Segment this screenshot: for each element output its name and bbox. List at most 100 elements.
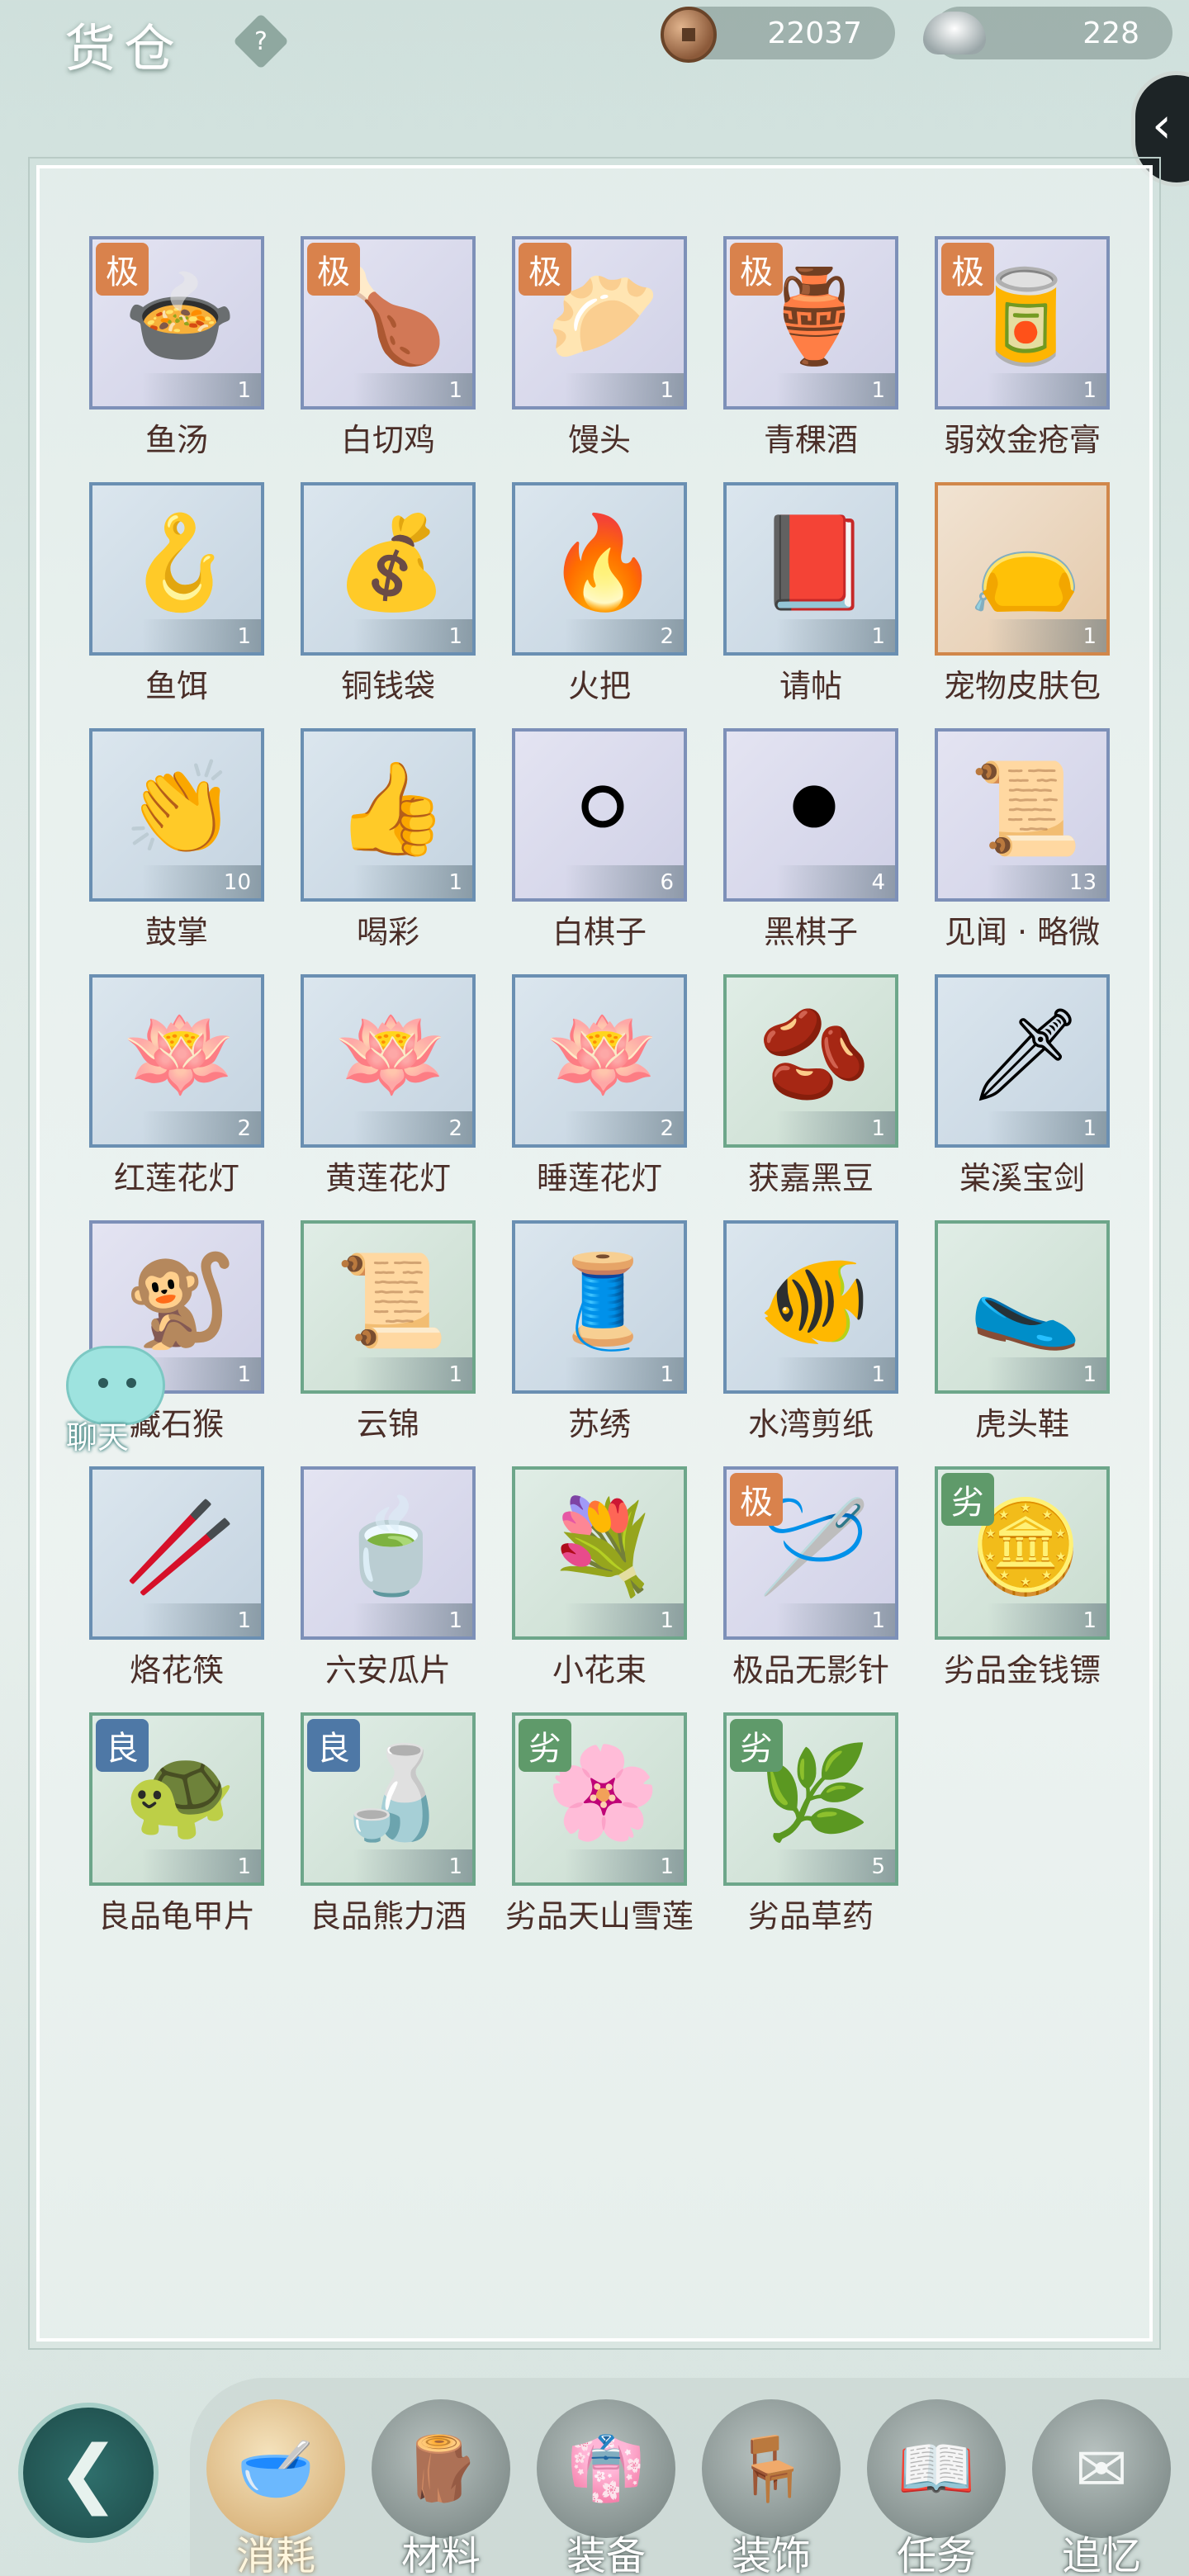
item-slot[interactable]: 🪷 2 <box>89 974 264 1148</box>
inventory-item[interactable]: 🍗 极 1 白切鸡 <box>301 236 476 476</box>
item-slot[interactable]: 🥟 极 1 <box>512 236 687 410</box>
inventory-item[interactable]: 🐢 良 1 良品龟甲片 <box>89 1712 264 1952</box>
chat-label: 聊天 <box>66 1419 130 1456</box>
item-slot[interactable]: 🐠 1 <box>723 1220 898 1394</box>
inventory-item[interactable]: 🪙 劣 1 劣品金钱镖 <box>935 1466 1110 1706</box>
tab-3[interactable]: 🪑 装饰 <box>697 2399 846 2576</box>
inventory-item[interactable]: ⚫ 4 黑棋子 <box>723 728 898 968</box>
inventory-item[interactable]: 🥫 极 1 弱效金疮膏 <box>935 236 1110 476</box>
inventory-item[interactable]: 🧵 1 苏绣 <box>512 1220 687 1460</box>
item-count: 1 <box>871 1362 885 1387</box>
item-slot[interactable]: 🍶 良 1 <box>301 1712 476 1886</box>
item-count: 2 <box>660 624 674 649</box>
item-slot[interactable]: 🫘 1 <box>723 974 898 1148</box>
inventory-item[interactable]: 💐 1 小花束 <box>512 1466 687 1706</box>
inventory-item[interactable]: 🔥 2 火把 <box>512 482 687 722</box>
quality-badge: 极 <box>730 243 783 296</box>
inventory-item[interactable]: 🥢 1 烙花筷 <box>89 1466 264 1706</box>
help-button[interactable]: ? <box>233 13 289 69</box>
chat-button[interactable]: 聊天 <box>43 1346 167 1456</box>
item-name: 虎头鞋 <box>974 1406 1069 1442</box>
quality-badge: 劣 <box>730 1719 783 1772</box>
inventory-item[interactable]: ⚪ 6 白棋子 <box>512 728 687 968</box>
inventory-item[interactable]: 🪷 2 黄莲花灯 <box>301 974 476 1214</box>
item-count: 1 <box>660 378 674 403</box>
item-name: 劣品天山雪莲 <box>504 1898 694 1934</box>
item-slot[interactable]: 📜 13 <box>935 728 1110 902</box>
inventory-item[interactable]: 🥿 1 虎头鞋 <box>935 1220 1110 1460</box>
item-name: 弱效金疮膏 <box>943 422 1101 458</box>
item-slot[interactable]: 🏺 极 1 <box>723 236 898 410</box>
item-slot[interactable]: 📕 1 <box>723 482 898 656</box>
inventory-item[interactable]: 👝 1 宠物皮肤包 <box>935 482 1110 722</box>
inventory-item[interactable]: 🪷 2 红莲花灯 <box>89 974 264 1214</box>
item-slot[interactable]: 🍵 1 <box>301 1466 476 1640</box>
quality-badge: 极 <box>519 243 571 296</box>
item-slot[interactable]: ⚫ 4 <box>723 728 898 902</box>
tab-4[interactable]: 📖 任务 <box>862 2399 1011 2576</box>
tab-1[interactable]: 🪵 材料 <box>367 2399 515 2576</box>
item-slot[interactable]: 🪙 劣 1 <box>935 1466 1110 1640</box>
inventory-item[interactable]: 🍵 1 六安瓜片 <box>301 1466 476 1706</box>
inventory-item[interactable]: 📕 1 请帖 <box>723 482 898 722</box>
inventory-item[interactable]: 🌿 劣 5 劣品草药 <box>723 1712 898 1952</box>
item-slot[interactable]: 🥫 极 1 <box>935 236 1110 410</box>
item-slot[interactable]: ⚪ 6 <box>512 728 687 902</box>
tab-icon: ✉ <box>1032 2399 1171 2538</box>
item-name: 小花束 <box>552 1652 647 1688</box>
item-slot[interactable]: 💐 1 <box>512 1466 687 1640</box>
item-slot[interactable]: 👝 1 <box>935 482 1110 656</box>
inventory-item[interactable]: 🐠 1 水湾剪纸 <box>723 1220 898 1460</box>
item-name: 黄莲花灯 <box>324 1160 451 1196</box>
tab-5[interactable]: ✉ 追忆 <box>1027 2399 1176 2576</box>
item-slot[interactable]: 🍗 极 1 <box>301 236 476 410</box>
tab-0[interactable]: 🥣 消耗 <box>201 2399 350 2576</box>
item-slot[interactable]: 🐢 良 1 <box>89 1712 264 1886</box>
item-slot[interactable]: 🪡 极 1 <box>723 1466 898 1640</box>
item-name: 鱼饵 <box>144 668 208 704</box>
item-slot[interactable]: 🗡 1 <box>935 974 1110 1148</box>
inventory-item[interactable]: 🥟 极 1 馒头 <box>512 236 687 476</box>
inventory-item[interactable]: 🪷 2 睡莲花灯 <box>512 974 687 1214</box>
item-slot[interactable]: 🧵 1 <box>512 1220 687 1394</box>
back-button[interactable]: ❮ <box>18 2403 159 2543</box>
item-slot[interactable]: 🔥 2 <box>512 482 687 656</box>
item-slot[interactable]: 🥢 1 <box>89 1466 264 1640</box>
item-slot[interactable]: 🪷 2 <box>512 974 687 1148</box>
quality-badge: 极 <box>941 243 994 296</box>
item-slot[interactable]: 💰 1 <box>301 482 476 656</box>
item-slot[interactable]: 🌸 劣 1 <box>512 1712 687 1886</box>
item-count: 1 <box>1082 624 1097 649</box>
item-slot[interactable]: 🌿 劣 5 <box>723 1712 898 1886</box>
inventory-item[interactable]: 🗡 1 棠溪宝剑 <box>935 974 1110 1214</box>
item-slot[interactable]: 📜 1 <box>301 1220 476 1394</box>
item-icon: 📜 <box>969 755 1082 861</box>
chevron-left-icon: ‹ <box>1152 97 1172 154</box>
inventory-item[interactable]: 📜 1 云锦 <box>301 1220 476 1460</box>
item-slot[interactable]: 🥿 1 <box>935 1220 1110 1394</box>
inventory-item[interactable]: 🪡 极 1 极品无影针 <box>723 1466 898 1706</box>
inventory-item[interactable]: 🏺 极 1 青稞酒 <box>723 236 898 476</box>
inventory-item[interactable]: 🍶 良 1 良品熊力酒 <box>301 1712 476 1952</box>
quality-badge: 良 <box>96 1719 149 1772</box>
item-count: 1 <box>871 1608 885 1633</box>
item-count: 10 <box>223 870 251 895</box>
inventory-item[interactable]: 📜 13 见闻 · 略微 <box>935 728 1110 968</box>
inventory-item[interactable]: 🪝 1 鱼饵 <box>89 482 264 722</box>
inventory-item[interactable]: 👍 1 喝彩 <box>301 728 476 968</box>
inventory-item[interactable]: 🫘 1 获嘉黑豆 <box>723 974 898 1214</box>
item-slot[interactable]: 🪷 2 <box>301 974 476 1148</box>
inventory-item[interactable]: 👏 10 鼓掌 <box>89 728 264 968</box>
item-count: 1 <box>660 1608 674 1633</box>
item-count: 1 <box>448 1608 462 1633</box>
item-slot[interactable]: 🪝 1 <box>89 482 264 656</box>
item-slot[interactable]: 👍 1 <box>301 728 476 902</box>
item-slot[interactable]: 👏 10 <box>89 728 264 902</box>
inventory-item[interactable]: 💰 1 铜钱袋 <box>301 482 476 722</box>
inventory-item[interactable]: 🌸 劣 1 劣品天山雪莲 <box>505 1712 694 1952</box>
copper-coin-icon <box>661 7 717 63</box>
inventory-item[interactable]: 🍲 极 1 鱼汤 <box>89 236 264 476</box>
tab-2[interactable]: 👘 装备 <box>532 2399 680 2576</box>
item-slot[interactable]: 🍲 极 1 <box>89 236 264 410</box>
item-icon: 🍵 <box>334 1493 448 1599</box>
